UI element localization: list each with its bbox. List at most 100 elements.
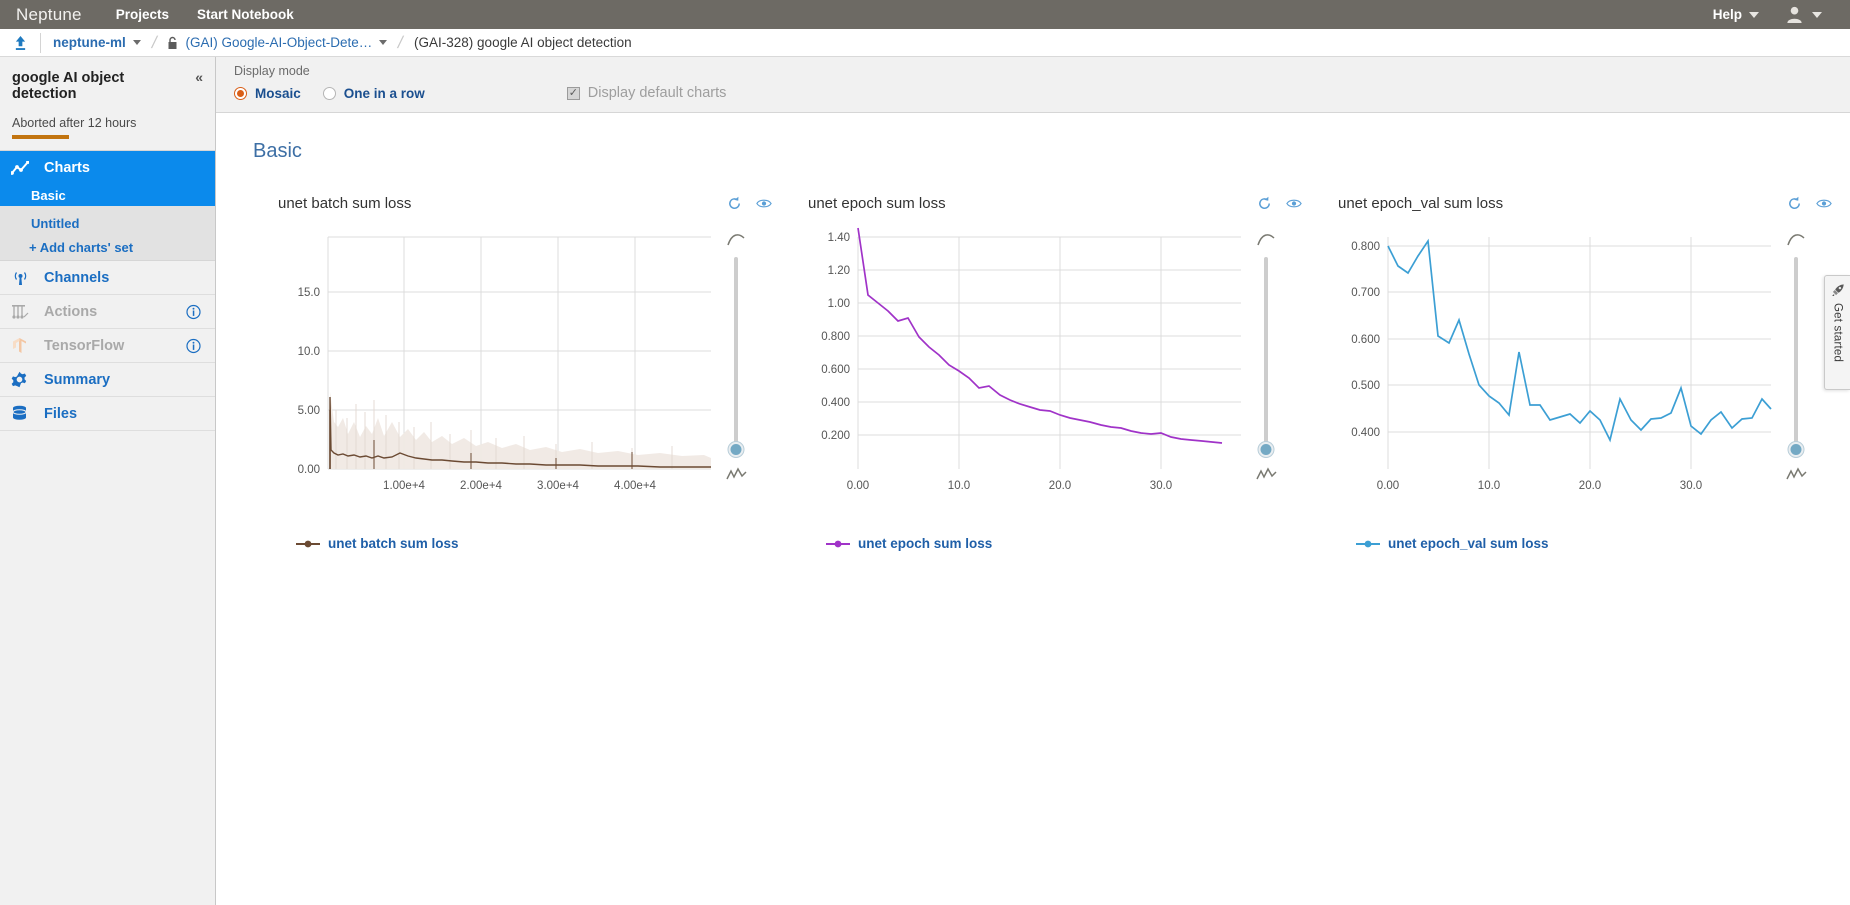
help-menu[interactable]: Help (1713, 7, 1759, 22)
app-logo[interactable]: Neptune (16, 5, 82, 25)
collapse-sidebar-icon[interactable]: « (195, 69, 203, 85)
sidebar-item-label: Files (44, 405, 78, 422)
eye-icon[interactable] (1286, 197, 1302, 210)
radio-one-in-a-row[interactable]: One in a row (322, 85, 425, 101)
chevron-down-icon (1812, 11, 1822, 18)
slider-handle[interactable] (1788, 442, 1804, 457)
smoothing-slider[interactable] (1246, 222, 1286, 522)
chevron-down-icon[interactable] (132, 40, 141, 45)
plot-area[interactable]: 15.0 10.0 5.00 0.00 1.00e+4 2.00e+4 3.00… (268, 222, 716, 522)
smoothing-slider[interactable] (1776, 222, 1816, 522)
plot-area[interactable]: 1.40 1.20 1.00 0.800 0.600 0.400 0.200 0… (798, 222, 1246, 522)
sidebar: google AI object detection « Aborted aft… (0, 57, 216, 905)
status-progress-bar (12, 135, 69, 139)
y-tick-label: 10.0 (298, 346, 320, 358)
plot-wrapper: 0.800 0.700 0.600 0.500 0.400 0.00 10.0 … (1328, 222, 1840, 522)
reset-zoom-icon[interactable] (1257, 196, 1272, 211)
user-menu[interactable] (1785, 5, 1822, 24)
x-tick-label: 20.0 (1579, 480, 1601, 492)
raw-zigzag-icon (725, 467, 747, 482)
chart-header: unet epoch_val sum loss (1328, 191, 1840, 215)
sidebar-item-label: Actions (44, 303, 98, 320)
chevron-down-icon[interactable] (379, 40, 388, 45)
chart-actions (1257, 196, 1302, 211)
x-tick-label: 30.0 (1680, 480, 1702, 492)
chevron-down-icon (1749, 11, 1759, 18)
charts-set-untitled[interactable]: Untitled (0, 213, 215, 234)
radio-mosaic-label: Mosaic (255, 85, 301, 101)
y-tick-label: 15.0 (298, 287, 320, 299)
breadcrumb-separator: / (396, 32, 406, 52)
display-mode-toolbar: Display mode Mosaic One in a row ✓ Displ… (216, 57, 1850, 113)
reset-zoom-icon[interactable] (727, 196, 742, 211)
info-icon[interactable] (186, 338, 201, 353)
reset-zoom-icon[interactable] (1787, 196, 1802, 211)
chart-svg-epoch-val-sum-loss: 0.800 0.700 0.600 0.500 0.400 0.00 10.0 … (1351, 237, 1772, 492)
x-tick-label: 3.00e+4 (537, 480, 579, 492)
y-tick-label: 1.00 (828, 298, 850, 310)
sidebar-header: google AI object detection « (0, 57, 215, 102)
chart-legend[interactable]: unet epoch_val sum loss (1356, 536, 1840, 551)
sidebar-item-label: TensorFlow (44, 337, 125, 354)
chart-header: unet epoch sum loss (798, 191, 1310, 215)
smooth-curve-icon (726, 232, 746, 247)
main-content: Display mode Mosaic One in a row ✓ Displ… (216, 57, 1850, 905)
chart-svg-epoch-sum-loss: 1.40 1.20 1.00 0.800 0.600 0.400 0.200 0… (821, 227, 1241, 492)
get-started-tab[interactable]: Get started (1824, 275, 1850, 390)
chart-header: unet batch sum loss (268, 191, 780, 215)
plot-wrapper: 1.40 1.20 1.00 0.800 0.600 0.400 0.200 0… (798, 222, 1310, 522)
sidebar-item-channels[interactable]: Channels (0, 261, 215, 295)
sidebar-item-actions[interactable]: Actions (0, 295, 215, 329)
x-tick-label: 4.00e+4 (614, 480, 656, 492)
slider-handle[interactable] (728, 442, 744, 457)
experiment-title-row: google AI object detection « (12, 69, 203, 102)
add-charts-set-button[interactable]: + Add charts' set (0, 234, 215, 260)
slider-track[interactable] (728, 257, 744, 457)
raw-zigzag-icon (1785, 467, 1807, 482)
chart-svg-batch-sum-loss: 15.0 10.0 5.00 0.00 1.00e+4 2.00e+4 3.00… (298, 236, 711, 492)
charts-set-basic[interactable]: Basic (0, 185, 215, 206)
radio-mosaic[interactable]: Mosaic (234, 86, 301, 101)
slider-track[interactable] (1788, 257, 1804, 457)
sidebar-item-charts[interactable]: Charts (0, 151, 215, 185)
display-mode-label: Display mode (234, 64, 310, 78)
home-upload-icon[interactable] (14, 35, 27, 51)
get-started-label: Get started (1831, 303, 1844, 363)
database-icon (11, 405, 33, 422)
breadcrumb-project[interactable]: (GAI) Google-AI-Object-Dete… (185, 35, 372, 50)
plot-area[interactable]: 0.800 0.700 0.600 0.500 0.400 0.00 10.0 … (1328, 222, 1776, 522)
x-tick-label: 30.0 (1150, 480, 1172, 492)
radio-mosaic-input[interactable] (234, 86, 247, 100)
slider-track[interactable] (1258, 257, 1274, 457)
slider-handle[interactable] (1258, 442, 1274, 457)
eye-icon[interactable] (1816, 197, 1832, 210)
y-tick-label: 0.600 (1351, 334, 1380, 346)
chart-legend[interactable]: unet batch sum loss (296, 536, 780, 551)
x-tick-label: 10.0 (948, 480, 970, 492)
y-tick-label: 0.800 (1351, 241, 1380, 253)
y-tick-label: 0.00 (298, 464, 320, 476)
sidebar-item-tensorflow[interactable]: TensorFlow (0, 329, 215, 363)
breadcrumb-workspace[interactable]: neptune-ml (53, 35, 126, 50)
topnav-projects[interactable]: Projects (116, 7, 169, 22)
info-icon[interactable] (186, 304, 201, 319)
x-tick-label: 10.0 (1478, 480, 1500, 492)
add-charts-set-label: + Add charts' set (29, 239, 134, 255)
help-label: Help (1712, 7, 1742, 22)
chart-title: unet epoch_val sum loss (1338, 194, 1504, 212)
legend-label: unet batch sum loss (328, 536, 459, 551)
y-tick-label: 1.20 (828, 265, 850, 277)
radio-one-in-a-row-input[interactable] (322, 86, 336, 100)
legend-marker (1356, 539, 1380, 549)
topnav-start-notebook[interactable]: Start Notebook (197, 7, 294, 22)
chart-legend[interactable]: unet epoch sum loss (826, 536, 1310, 551)
breadcrumb: neptune-ml / (GAI) Google-AI-Object-Dete… (0, 29, 1850, 57)
sidebar-item-files[interactable]: Files (0, 397, 215, 431)
radio-one-in-a-row-label: One in a row (343, 85, 425, 101)
sidebar-item-summary[interactable]: Summary (0, 363, 215, 397)
smoothing-slider[interactable] (716, 222, 756, 522)
y-tick-label: 0.700 (1351, 287, 1380, 299)
raw-zigzag-icon (1255, 467, 1277, 482)
eye-icon[interactable] (756, 197, 772, 210)
y-tick-label: 0.600 (821, 364, 850, 376)
